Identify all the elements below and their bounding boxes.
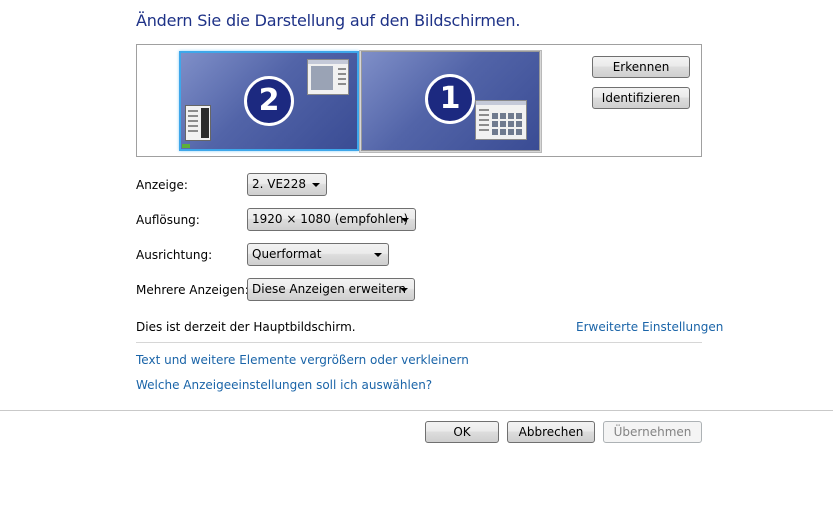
ok-button[interactable]: OK [425,421,499,443]
multiple-displays-select[interactable]: Diese Anzeigen erweitern [247,278,415,301]
monitor-1-number: 1 [425,74,475,124]
display-select[interactable]: 2. VE228 [247,173,327,196]
monitor-1-tile[interactable]: 1 [361,51,540,151]
main-display-status: Dies ist derzeit der Hauptbildschirm. [136,320,356,334]
resolution-select[interactable]: 1920 × 1080 (empfohlen) [247,208,416,231]
section-divider [136,342,702,343]
orientation-select-value: Querformat [252,247,322,261]
chevron-down-icon [374,253,382,257]
multiple-displays-select-value: Diese Anzeigen erweitern [252,282,406,296]
monitor-2-tile[interactable]: 2 [179,51,359,151]
window-thumbnail-icon [307,59,349,95]
resolution-select-value: 1920 × 1080 (empfohlen) [252,212,409,226]
footer-divider [0,410,833,411]
advanced-settings-link[interactable]: Erweiterte Einstellungen [576,320,723,334]
monitor-2-number: 2 [244,76,294,126]
taskbar-panel-icon [185,105,211,141]
page-title: Ändern Sie die Darstellung auf den Bilds… [136,11,521,30]
chevron-down-icon [312,183,320,187]
orientation-label: Ausrichtung: [136,248,213,262]
multiple-displays-label: Mehrere Anzeigen: [136,283,249,297]
cancel-button[interactable]: Abbrechen [507,421,595,443]
control-panel-thumbnail-icon [475,100,527,140]
orientation-select[interactable]: Querformat [247,243,389,266]
resolution-label: Auflösung: [136,213,200,227]
start-button-icon [182,144,190,148]
chevron-down-icon [400,288,408,292]
identify-button[interactable]: Identifizieren [592,87,690,109]
apply-button[interactable]: Übernehmen [603,421,702,443]
which-settings-link[interactable]: Welche Anzeigeeinstellungen soll ich aus… [136,378,432,392]
text-size-link[interactable]: Text und weitere Elemente vergrößern ode… [136,353,469,367]
display-select-value: 2. VE228 [252,177,306,191]
chevron-down-icon [401,218,409,222]
detect-button[interactable]: Erkennen [592,56,690,78]
display-label: Anzeige: [136,178,188,192]
